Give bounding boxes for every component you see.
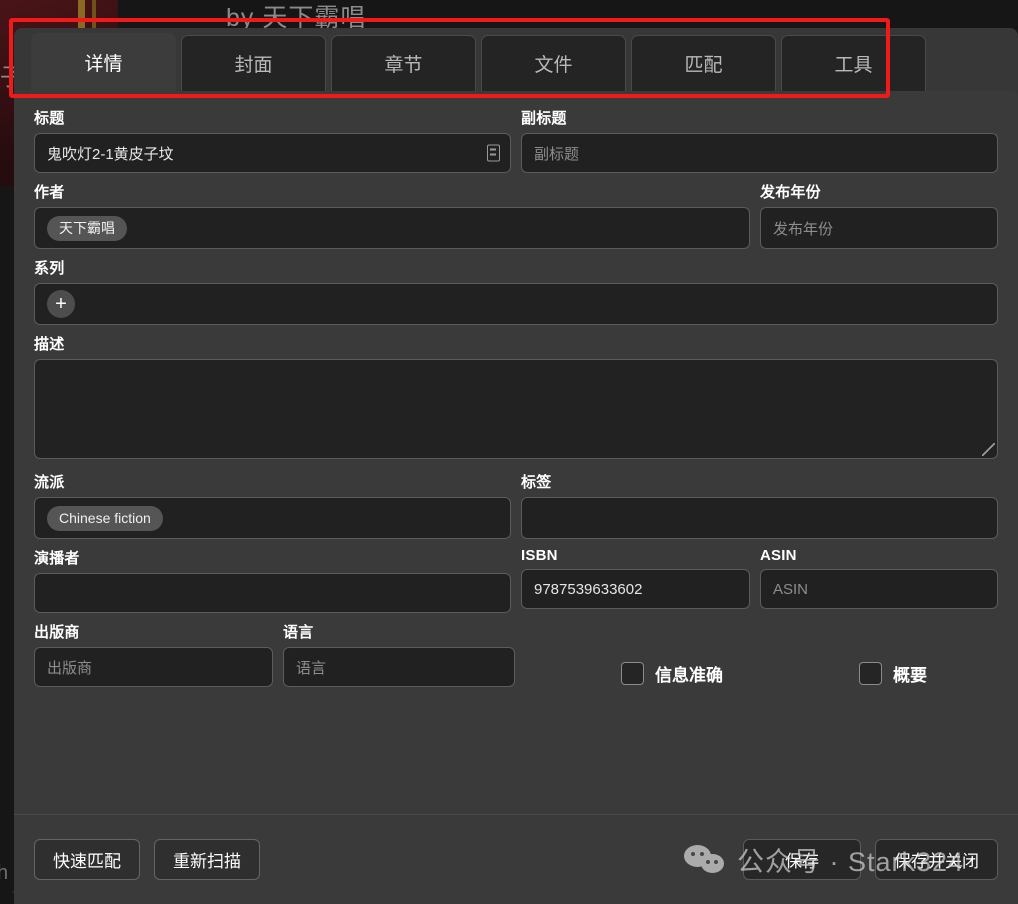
checkbox-info-accurate[interactable]: 信息准确 [621, 661, 723, 686]
isbn-input[interactable]: 9787539633602 [521, 569, 750, 609]
field-author: 作者 天下霸唱 [34, 181, 750, 249]
field-label-narrator: 演播者 [34, 550, 80, 567]
field-label-asin: ASIN [760, 547, 797, 564]
tab-label: 匹配 [684, 55, 723, 76]
tab-label: 文件 [534, 55, 573, 76]
tags-input[interactable] [521, 497, 998, 539]
tab-match[interactable]: 匹配 [631, 35, 776, 91]
checkbox-box[interactable] [859, 662, 882, 685]
save-and-close-button[interactable]: 保存并关闭 [875, 839, 998, 880]
checkbox-label: 概要 [893, 666, 927, 685]
tab-chapters[interactable]: 章节 [331, 35, 476, 91]
title-input[interactable]: 鬼吹灯2-1黄皮子坟 [34, 133, 511, 173]
field-label-published-year: 发布年份 [760, 184, 821, 201]
field-label-author: 作者 [34, 184, 65, 201]
author-chip[interactable]: 天下霸唱 [47, 215, 127, 241]
narrator-input[interactable] [34, 573, 511, 613]
publisher-placeholder: 出版商 [47, 659, 93, 677]
genre-input[interactable]: Chinese fiction [34, 497, 511, 539]
field-published-year: 发布年份 发布年份 [760, 181, 998, 249]
language-input[interactable]: 语言 [283, 647, 515, 687]
field-subtitle: 副标题 副标题 [521, 107, 998, 173]
field-asin: ASIN ASIN [760, 547, 998, 613]
tab-bar: 详情 封面 章节 文件 匹配 工具 [14, 28, 1018, 91]
field-label-description: 描述 [34, 336, 65, 353]
asin-input[interactable]: ASIN [760, 569, 998, 609]
field-genre: 流派 Chinese fiction [34, 471, 511, 539]
published-year-placeholder: 发布年份 [773, 220, 834, 238]
description-textarea[interactable] [34, 359, 998, 459]
field-label-title: 标题 [34, 110, 65, 127]
field-tags: 标签 [521, 471, 998, 539]
published-year-input[interactable]: 发布年份 [760, 207, 998, 249]
tab-label: 详情 [84, 54, 123, 75]
series-input[interactable]: + [34, 283, 998, 325]
checkbox-abridged[interactable]: 概要 [859, 661, 927, 686]
add-series-button[interactable]: + [47, 290, 75, 318]
field-series: 系列 + [34, 257, 998, 325]
rescan-button[interactable]: 重新扫描 [154, 839, 260, 880]
tab-label: 章节 [384, 55, 423, 76]
publisher-input[interactable]: 出版商 [34, 647, 273, 687]
tab-details[interactable]: 详情 [31, 33, 176, 91]
tab-label: 封面 [234, 55, 273, 76]
footer-left-actions: 快速匹配 重新扫描 [34, 839, 260, 880]
row-publisher: 出版商 出版商 语言 语言 信息准确 概要 [34, 621, 998, 695]
checkbox-label: 信息准确 [655, 666, 723, 685]
tab-cover[interactable]: 封面 [181, 35, 326, 91]
book-icon[interactable] [487, 144, 500, 162]
field-narrator: 演播者 [34, 547, 511, 613]
field-label-genre: 流派 [34, 474, 65, 491]
genre-chip[interactable]: Chinese fiction [47, 505, 163, 531]
tab-label: 工具 [834, 55, 873, 76]
field-language: 语言 语言 [283, 621, 515, 687]
field-label-publisher: 出版商 [34, 624, 80, 641]
author-input[interactable]: 天下霸唱 [34, 207, 750, 249]
field-description: 描述 [34, 333, 998, 459]
row-author: 作者 天下霸唱 发布年份 发布年份 [34, 181, 998, 257]
save-button[interactable]: 保存 [743, 839, 861, 880]
field-label-language: 语言 [283, 624, 314, 641]
field-label-series: 系列 [34, 260, 65, 277]
field-label-tags: 标签 [521, 474, 552, 491]
checkbox-box[interactable] [621, 662, 644, 685]
subtitle-placeholder: 副标题 [534, 145, 580, 163]
tab-tools[interactable]: 工具 [781, 35, 926, 91]
book-edit-dialog: 详情 封面 章节 文件 匹配 工具 标题 鬼吹灯2-1黄皮子坟 副标题 副标题 … [14, 28, 1018, 904]
isbn-value: 9787539633602 [534, 580, 643, 598]
row-genre: 流派 Chinese fiction 标签 [34, 471, 998, 547]
row-title: 标题 鬼吹灯2-1黄皮子坟 副标题 副标题 [34, 107, 998, 181]
row-narrator: 演播者 ISBN 9787539633602 ASIN ASIN [34, 547, 998, 621]
details-panel: 标题 鬼吹灯2-1黄皮子坟 副标题 副标题 作者 天下霸唱 发布年份 发布年份 … [14, 91, 1018, 904]
field-isbn: ISBN 9787539633602 [521, 547, 750, 613]
field-label-subtitle: 副标题 [521, 110, 567, 127]
field-label-isbn: ISBN [521, 547, 558, 564]
dialog-footer: 快速匹配 重新扫描 保存 保存并关闭 [14, 814, 1018, 904]
resize-handle-icon[interactable] [982, 443, 995, 456]
background-left-fragment: h [0, 862, 9, 884]
field-publisher: 出版商 出版商 [34, 621, 273, 687]
quick-match-button[interactable]: 快速匹配 [34, 839, 140, 880]
footer-right-actions: 保存 保存并关闭 [743, 839, 998, 880]
subtitle-input[interactable]: 副标题 [521, 133, 998, 173]
field-title: 标题 鬼吹灯2-1黄皮子坟 [34, 107, 511, 173]
tab-files[interactable]: 文件 [481, 35, 626, 91]
language-placeholder: 语言 [296, 659, 327, 677]
title-value: 鬼吹灯2-1黄皮子坟 [47, 145, 174, 163]
asin-placeholder: ASIN [773, 580, 809, 598]
